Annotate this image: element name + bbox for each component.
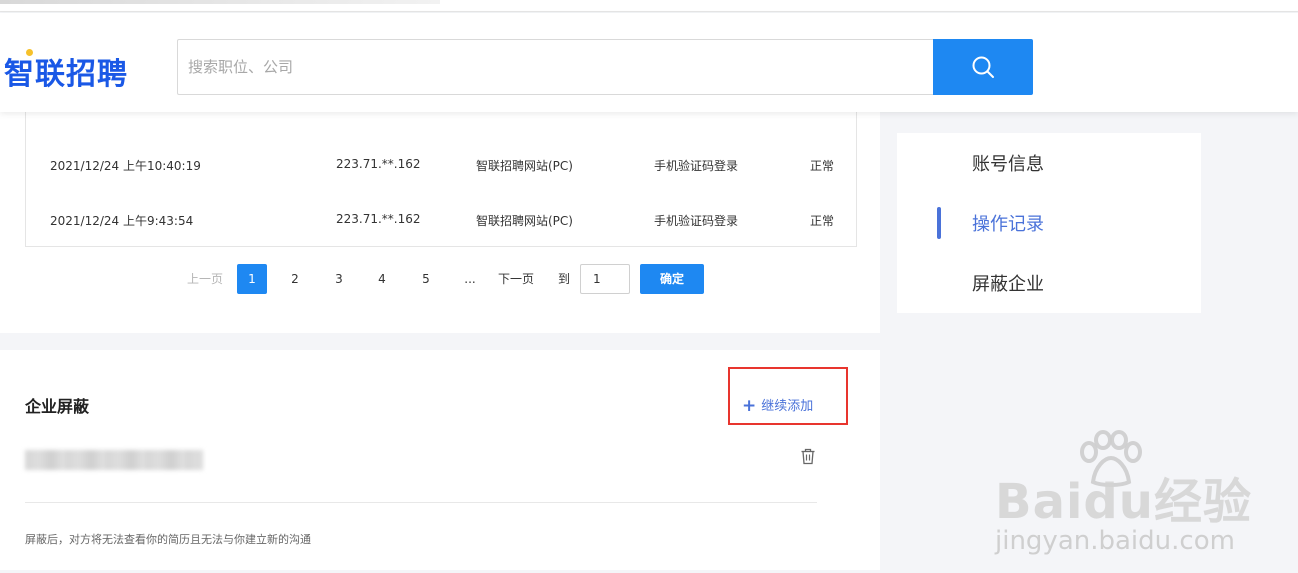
side-menu: 账号信息 操作记录 屏蔽企业 <box>897 133 1201 313</box>
goto-page-input[interactable]: 1 <box>580 264 630 294</box>
table-row: 2021/12/24 上午10:40:19 223.71.**.162 智联招聘… <box>26 157 858 177</box>
page-ellipsis: ... <box>464 272 476 286</box>
continue-add-button[interactable]: + 继续添加 <box>742 395 814 416</box>
watermark-url: jingyan.baidu.com <box>995 526 1235 556</box>
search-input[interactable] <box>178 40 934 94</box>
cell-ip: 223.71.**.162 <box>336 157 421 171</box>
blocked-company-name-blurred <box>25 450 203 470</box>
goto-label: 到 <box>558 272 571 286</box>
page-button-3[interactable]: 3 <box>324 264 354 294</box>
block-note: 屏蔽后，对方将无法查看你的简历且无法与你建立新的沟通 <box>25 533 311 546</box>
cell-method: 手机验证码登录 <box>654 214 739 228</box>
plus-icon: + <box>742 396 757 416</box>
cell-time: 2021/12/24 上午9:43:54 <box>50 214 194 228</box>
page-button-1[interactable]: 1 <box>237 264 267 294</box>
cell-source: 智联招聘网站(PC) <box>476 214 573 228</box>
confirm-page-button[interactable]: 确定 <box>640 264 704 294</box>
active-indicator <box>937 207 941 239</box>
next-page-button[interactable]: 下一页 <box>498 264 534 294</box>
baidu-jingyan-watermark: Baidu经验 jingyan.baidu.com <box>990 430 1290 570</box>
pagination: 上一页 1 2 3 4 5 ... 下一页 到 1 确定 <box>0 264 880 296</box>
address-bar-remnant <box>0 0 440 4</box>
side-menu-item-blocked-companies[interactable]: 屏蔽企业 <box>972 270 1044 296</box>
prev-page-button[interactable]: 上一页 <box>187 264 223 294</box>
table-row: 2021/12/24 上午9:43:54 223.71.**.162 智联招聘网… <box>26 212 858 232</box>
site-logo[interactable]: 智联招聘 <box>4 49 128 93</box>
cell-method: 手机验证码登录 <box>654 159 739 173</box>
side-menu-item-operation-records[interactable]: 操作记录 <box>972 210 1044 236</box>
search-icon <box>972 56 994 78</box>
highlight-box: + 继续添加 <box>728 367 848 425</box>
logo-text: 智联招聘 <box>4 57 128 92</box>
records-table: 2021/12/24 上午10:40:19 223.71.**.162 智联招聘… <box>25 104 858 247</box>
continue-add-label: 继续添加 <box>761 399 814 414</box>
watermark-brand: Baidu经验 <box>995 474 1252 530</box>
logo-dot-icon <box>26 49 33 56</box>
page-button-4[interactable]: 4 <box>367 264 397 294</box>
side-menu-item-account-info[interactable]: 账号信息 <box>972 150 1044 176</box>
trash-icon <box>801 448 815 465</box>
search-box <box>177 39 934 95</box>
cell-ip: 223.71.**.162 <box>336 212 421 226</box>
divider <box>25 502 817 503</box>
cell-time: 2021/12/24 上午10:40:19 <box>50 159 201 173</box>
section-title: 企业屏蔽 <box>25 397 90 416</box>
browser-top-strip <box>0 0 1298 12</box>
page-button-5[interactable]: 5 <box>411 264 441 294</box>
search-button[interactable] <box>933 39 1033 95</box>
operation-records-panel: 2021/12/24 上午10:40:19 223.71.**.162 智联招聘… <box>0 104 880 333</box>
cell-status: 正常 <box>810 214 835 228</box>
delete-button[interactable] <box>800 448 816 469</box>
cell-status: 正常 <box>810 159 835 173</box>
cell-source: 智联招聘网站(PC) <box>476 159 573 173</box>
site-header: 智联招聘 <box>0 13 1298 112</box>
company-block-panel: 企业屏蔽 + 继续添加 屏蔽后，对方将无法查看你的简历且无法与你建立新的沟通 <box>0 350 880 570</box>
page-button-2[interactable]: 2 <box>280 264 310 294</box>
